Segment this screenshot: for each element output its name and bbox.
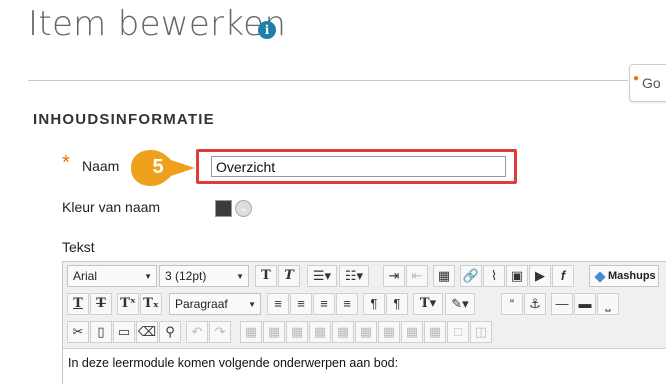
text-editor: Arial ▼ 3 (12pt) ▼ T T ☰▾ ☷▾ ⇥ ⇤ ▦ 🔗 ⌇ ▣ ▶… [62,261,666,384]
chevron-down-icon[interactable]: ⌄ [235,200,252,217]
font-family-select[interactable]: Arial ▼ [67,265,157,287]
table-split-icon[interactable]: ▦ [401,321,423,343]
attachment-icon[interactable]: ⌇ [483,265,505,287]
media-icon[interactable]: ▶ [529,265,551,287]
ltr-icon[interactable]: ¶ [363,293,385,315]
color-swatch[interactable] [215,200,232,217]
font-size-select[interactable]: 3 (12pt) ▼ [159,265,249,287]
table-cell-props-icon[interactable]: ▦ [332,321,354,343]
text-color-icon[interactable]: T▾ [413,293,443,315]
paragraph-select[interactable]: Paragraaf ▼ [169,293,261,315]
info-icon[interactable]: i [258,21,276,39]
table-insert-col-icon[interactable]: ▦ [263,321,285,343]
paste-icon[interactable]: ▭ [113,321,135,343]
page-title: Item bewerken [28,4,287,44]
name-label: Naam [82,158,120,174]
undo-icon[interactable]: ↶ [186,321,208,343]
table-columns-icon[interactable]: ◫ [470,321,492,343]
outdent-icon[interactable]: ⇤ [406,265,428,287]
strikethrough-icon[interactable]: T [90,293,112,315]
image-icon[interactable]: ▣ [506,265,528,287]
quote-icon[interactable]: “ [501,293,523,315]
table-delete-col-icon[interactable]: ▦ [309,321,331,343]
align-justify-icon[interactable]: ≡ [336,293,358,315]
font-size-value: 3 (12pt) [165,269,207,283]
table-icon[interactable]: ▦ [433,265,455,287]
highlight-color-icon[interactable]: ✎▾ [445,293,475,315]
table-row-props-icon[interactable]: ▦ [355,321,377,343]
table-insert-row-icon[interactable]: ▦ [240,321,262,343]
topright-label: Go [642,75,661,91]
nonbreaking-space-icon[interactable]: ⎵ [597,293,619,315]
required-dot-icon: ● [633,73,640,84]
redo-icon[interactable]: ↷ [209,321,231,343]
align-right-icon[interactable]: ≡ [313,293,335,315]
mashups-menu[interactable]: Mashups▼ [589,265,666,287]
callout-number: 5 [152,156,164,178]
link-icon[interactable]: 🔗 [460,265,482,287]
mashups-icon [594,271,606,283]
bold-icon[interactable]: T [255,265,277,287]
section-heading: INHOUDSINFORMATIE [33,111,215,128]
table-delete-icon[interactable]: ▦ [424,321,446,343]
cut-icon[interactable]: ✂ [67,321,89,343]
eraser-icon[interactable]: ⌫ [136,321,158,343]
table-props-icon[interactable]: □ [447,321,469,343]
text-label: Tekst [62,239,95,255]
indent-icon[interactable]: ⇥ [383,265,405,287]
name-input[interactable] [211,156,506,177]
align-center-icon[interactable]: ≡ [290,293,312,315]
header-divider [28,80,628,81]
font-family-value: Arial [73,269,98,283]
formula-icon[interactable]: f [552,265,574,287]
italic-icon[interactable]: T [278,265,300,287]
bullet-list-icon[interactable]: ☰▾ [307,265,337,287]
editor-content[interactable]: In deze leermodule komen volgende onderw… [63,348,666,384]
table-merge-icon[interactable]: ▦ [378,321,400,343]
editor-content-text: In deze leermodule komen volgende onderw… [68,356,399,370]
align-left-icon[interactable]: ≡ [267,293,289,315]
table-delete-row-icon[interactable]: ▦ [286,321,308,343]
find-icon[interactable]: ⚲ [159,321,181,343]
rtl-icon[interactable]: ¶ [386,293,408,315]
underline-icon[interactable]: T [67,293,89,315]
subscript-icon[interactable]: Tₓ [140,293,162,315]
step-callout: 5 [127,148,197,188]
paragraph-value: Paragraaf [175,297,228,311]
superscript-icon[interactable]: Tˣ [117,293,139,315]
anchor-icon[interactable]: ⚓ [524,293,546,315]
mashups-label: Mashups [608,270,656,282]
thick-rule-icon[interactable]: ▬ [574,293,596,315]
copy-icon[interactable]: ▯ [90,321,112,343]
numbered-list-icon[interactable]: ☷▾ [339,265,369,287]
required-star: * [62,152,70,174]
color-picker[interactable]: ⌄ [213,197,255,221]
color-label: Kleur van naam [62,199,161,215]
horizontal-rule-icon[interactable]: — [551,293,573,315]
